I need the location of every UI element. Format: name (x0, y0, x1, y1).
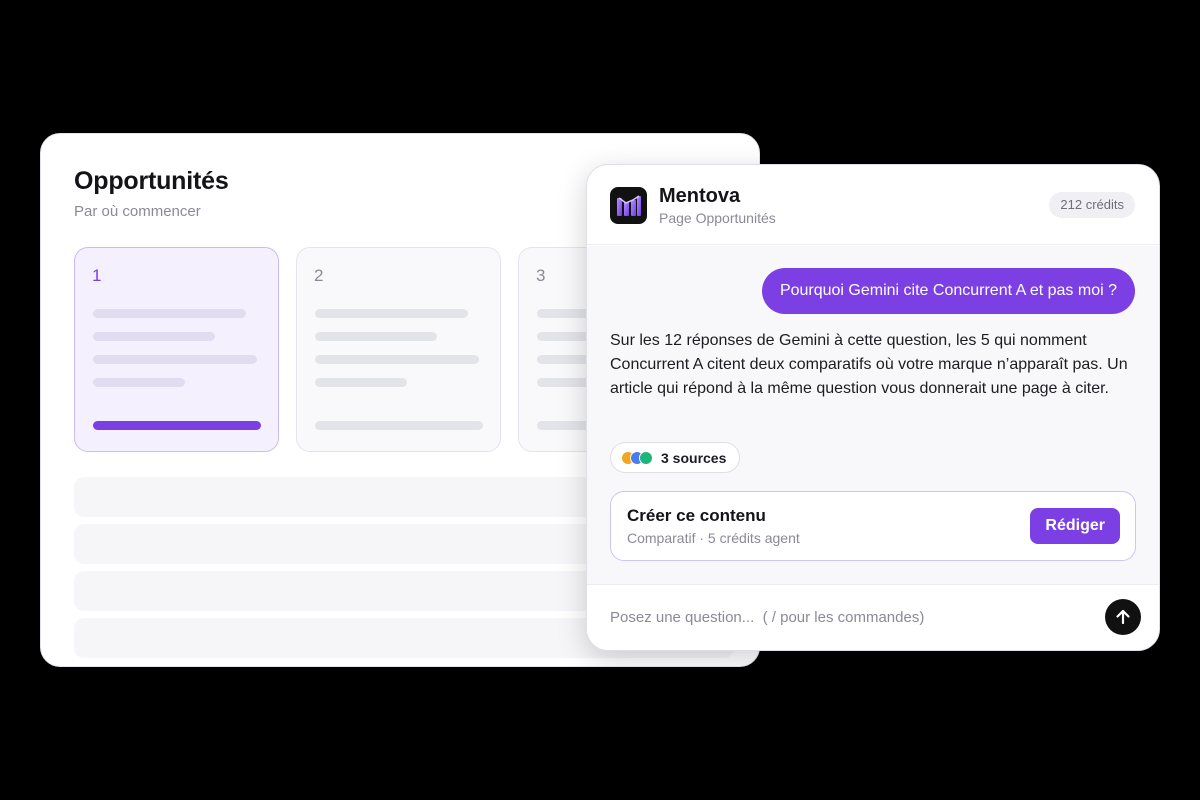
chat-header: Mentova Page Opportunités 212 crédits (587, 165, 1159, 245)
action-title: Créer ce contenu (627, 506, 766, 525)
step-number: 1 (92, 266, 102, 285)
text-placeholder (93, 355, 257, 364)
text-placeholder (315, 355, 479, 364)
credits-badge: 212 crédits (1049, 192, 1135, 218)
text-placeholder (315, 309, 468, 318)
page-title: Opportunités (74, 167, 229, 195)
sources-label: 3 sources (661, 449, 727, 466)
context-page-name: Page Opportunités (659, 210, 776, 226)
step-card-1[interactable]: 1 (74, 247, 279, 452)
draft-button[interactable]: Rédiger (1030, 508, 1120, 544)
page-subtitle: Par où commencer (74, 203, 201, 220)
send-button[interactable] (1105, 599, 1141, 635)
progress-bar (315, 421, 483, 430)
chat-composer (587, 584, 1159, 650)
step-number: 2 (314, 266, 324, 285)
assistant-message: Sur les 12 réponses de Gemini à cette qu… (610, 332, 1128, 397)
source-dots (621, 450, 653, 465)
user-message-bubble: Pourquoi Gemini cite Concurrent A et pas… (761, 268, 1135, 314)
progress-bar (93, 421, 261, 430)
text-placeholder (93, 332, 215, 341)
text-placeholder (315, 378, 407, 387)
action-subtitle: Comparatif · 5 crédits agent (627, 530, 800, 546)
create-content-card: Créer ce contenu Comparatif · 5 crédits … (610, 491, 1136, 561)
assistant-chat-window: Mentova Page Opportunités 212 crédits Po… (586, 164, 1160, 651)
source-dot-icon (639, 450, 653, 465)
mentova-logo-icon (610, 187, 647, 224)
text-placeholder (93, 309, 246, 318)
app-name: Mentova (659, 185, 741, 207)
text-placeholder (315, 332, 437, 341)
step-card-2[interactable]: 2 (296, 247, 501, 452)
text-placeholder (93, 378, 185, 387)
step-number: 3 (536, 266, 546, 285)
chat-messages: Pourquoi Gemini cite Concurrent A et pas… (587, 246, 1159, 584)
arrow-up-icon (1116, 609, 1130, 625)
chat-input[interactable] (610, 605, 1080, 629)
sources-button[interactable]: 3 sources (610, 442, 741, 473)
